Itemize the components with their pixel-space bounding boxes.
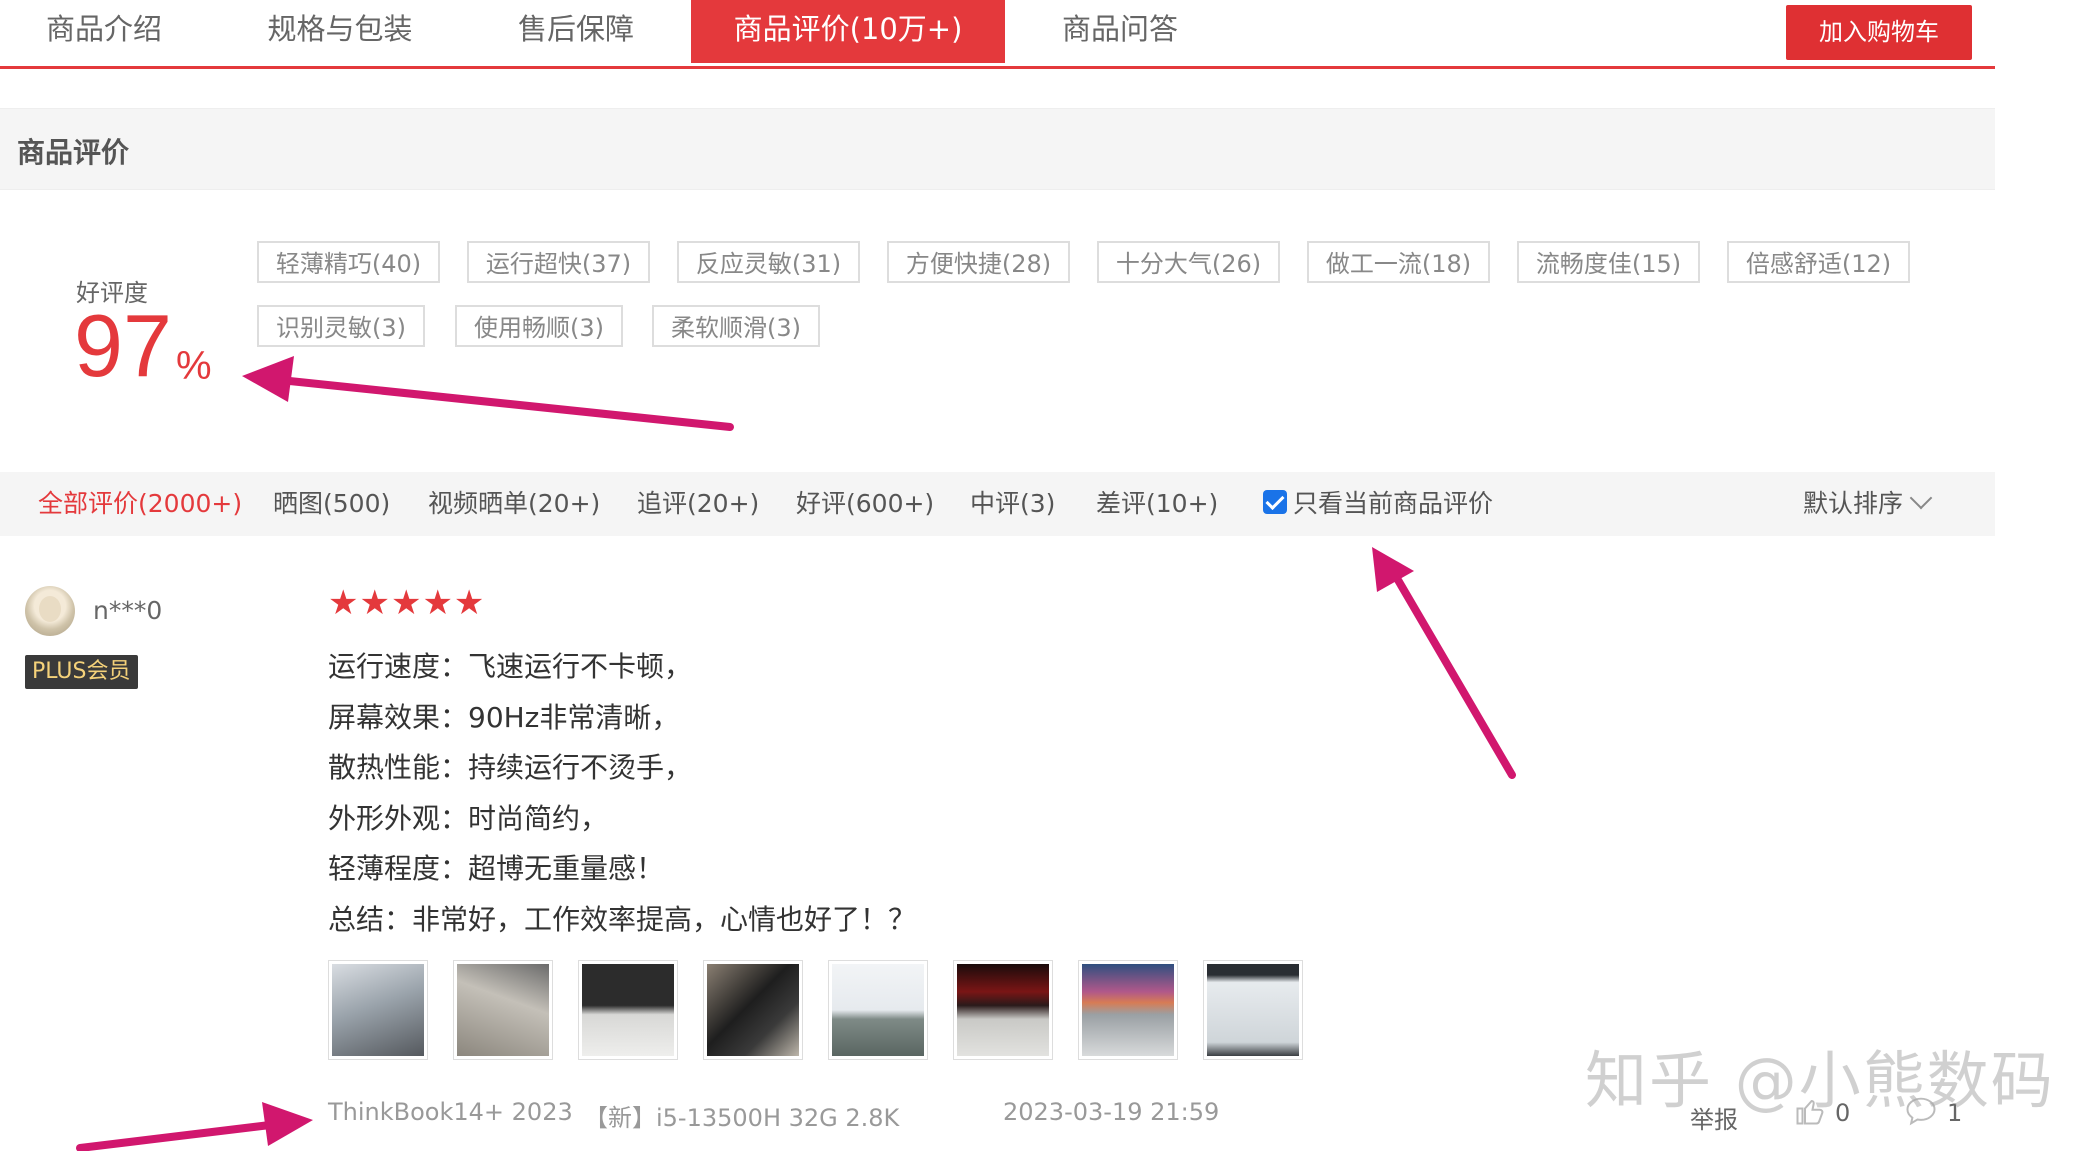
tab-reviews[interactable]: 商品评价(10万+) (691, 0, 1005, 63)
review-tag[interactable]: 十分大气(26) (1097, 241, 1280, 283)
sort-dropdown[interactable]: 默认排序 (1803, 472, 1933, 536)
positive-rate-unit: % (176, 344, 212, 388)
review-photo-thumbnail[interactable] (1078, 960, 1178, 1060)
reviews-section-header: 商品评价 (0, 108, 1995, 190)
review-tag[interactable]: 反应灵敏(31) (677, 241, 860, 283)
reviewer-name: n***0 (93, 596, 163, 625)
review-tag[interactable]: 轻薄精巧(40) (257, 241, 440, 283)
only-current-label: 只看当前商品评价 (1293, 489, 1494, 518)
review-text-line: 屏幕效果：90Hz非常清晰， (328, 701, 680, 734)
review-filter-bar: 全部评价(2000+) 晒图(500) 视频晒单(20+) 追评(20+) 好评… (0, 472, 1995, 536)
review-photo-thumbnail[interactable] (703, 960, 803, 1060)
product-tab-bar: 商品介绍 规格与包装 售后保障 商品评价(10万+) 商品问答 加入购物车 (0, 0, 1995, 69)
filter-photos[interactable]: 晒图(500) (273, 472, 390, 536)
section-title: 商品评价 (17, 136, 130, 169)
avatar (25, 586, 75, 636)
tab-product-intro[interactable]: 商品介绍 (0, 0, 208, 63)
review-photo-thumbnail[interactable] (1203, 960, 1303, 1060)
only-current-product-toggle[interactable]: 只看当前商品评价 (1263, 488, 1493, 520)
review-text-line: 外形外观：时尚简约， (328, 802, 609, 835)
checkbox-checked-icon[interactable] (1263, 490, 1287, 514)
tab-specs[interactable]: 规格与包装 (236, 0, 444, 63)
review-tag[interactable]: 使用畅顺(3) (455, 305, 623, 347)
tab-qa[interactable]: 商品问答 (1016, 0, 1224, 63)
review-tag[interactable]: 流畅度佳(15) (1517, 241, 1700, 283)
filter-neutral[interactable]: 中评(3) (970, 472, 1055, 536)
review-tag[interactable]: 做工一流(18) (1307, 241, 1490, 283)
review-tag[interactable]: 倍感舒适(12) (1727, 241, 1910, 283)
annotation-arrow (76, 1102, 313, 1151)
plus-member-badge: PLUS会员 (25, 655, 138, 689)
positive-rate-value: 97 (74, 296, 172, 395)
filter-negative[interactable]: 差评(10+) (1096, 472, 1218, 536)
annotation-arrow (242, 356, 734, 431)
review-tag[interactable]: 识别灵敏(3) (257, 305, 425, 347)
review-photo-thumbnail[interactable] (453, 960, 553, 1060)
add-to-cart-button[interactable]: 加入购物车 (1786, 5, 1972, 60)
review-tag[interactable]: 柔软顺滑(3) (652, 305, 820, 347)
filter-followups[interactable]: 追评(20+) (637, 472, 759, 536)
review-text-line: 运行速度：飞速运行不卡顿， (328, 650, 693, 683)
review-photo-thumbnail[interactable] (828, 960, 928, 1060)
review-text-line: 轻薄程度：超博无重量感！ (328, 852, 665, 885)
star-rating: ★★★★★ (328, 583, 486, 623)
review-date: 2023-03-19 21:59 (1003, 1098, 1220, 1126)
tab-after-sales[interactable]: 售后保障 (472, 0, 680, 63)
review-photo-thumbnail[interactable] (953, 960, 1053, 1060)
annotation-arrow (1372, 547, 1516, 779)
review-text-line: 总结：非常好，工作效率提高，心情也好了！？ (328, 903, 917, 936)
review-text-line: 散热性能：持续运行不烫手， (328, 751, 693, 784)
filter-videos[interactable]: 视频晒单(20+) (428, 472, 600, 536)
filter-all[interactable]: 全部评价(2000+) (38, 472, 242, 536)
review-tag[interactable]: 运行超快(37) (467, 241, 650, 283)
chevron-down-icon (1909, 486, 1933, 510)
sort-label: 默认排序 (1803, 489, 1904, 518)
product-spec: 【新】i5-13500H 32G 2.8K (584, 1104, 900, 1132)
watermark: 知乎 @小熊数码 (1585, 1044, 2055, 1117)
review-tag[interactable]: 方便快捷(28) (887, 241, 1070, 283)
filter-positive[interactable]: 好评(600+) (796, 472, 934, 536)
product-model: ThinkBook14+ 2023 (328, 1098, 573, 1126)
review-photo-thumbnail[interactable] (328, 960, 428, 1060)
review-photo-thumbnail[interactable] (578, 960, 678, 1060)
